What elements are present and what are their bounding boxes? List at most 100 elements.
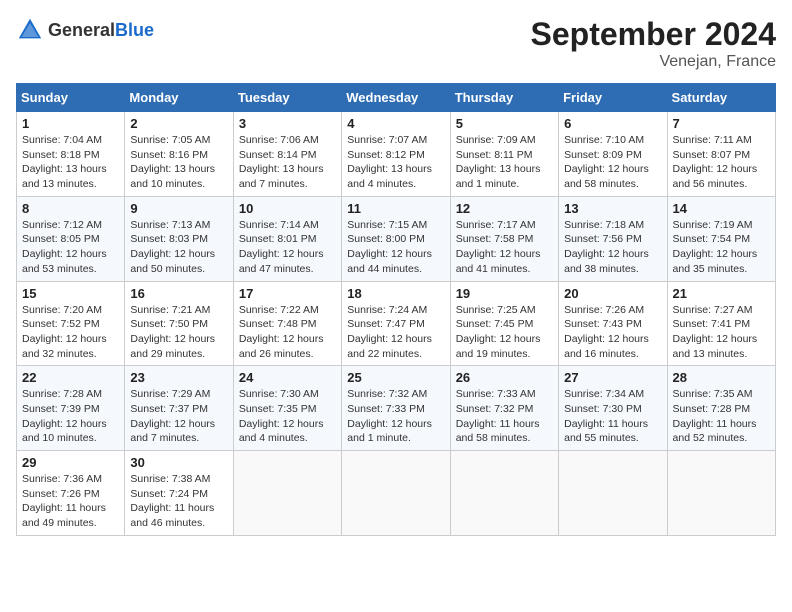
day-info: Sunrise: 7:26 AM Sunset: 7:43 PM Dayligh… bbox=[564, 303, 661, 362]
sunrise-label: Sunrise: 7:21 AM bbox=[130, 304, 210, 316]
day-number: 15 bbox=[22, 286, 119, 301]
day-number: 2 bbox=[130, 116, 227, 131]
day-number: 17 bbox=[239, 286, 336, 301]
sunrise-label: Sunrise: 7:19 AM bbox=[673, 219, 753, 231]
sunset-label: Sunset: 8:09 PM bbox=[564, 149, 642, 161]
day-info: Sunrise: 7:19 AM Sunset: 7:54 PM Dayligh… bbox=[673, 218, 770, 277]
daylight-label: Daylight: 12 hours and 26 minutes. bbox=[239, 333, 324, 360]
calendar-week-row: 8 Sunrise: 7:12 AM Sunset: 8:05 PM Dayli… bbox=[17, 196, 776, 281]
sunset-label: Sunset: 7:30 PM bbox=[564, 403, 642, 415]
day-number: 20 bbox=[564, 286, 661, 301]
day-number: 27 bbox=[564, 370, 661, 385]
day-number: 29 bbox=[22, 455, 119, 470]
day-info: Sunrise: 7:34 AM Sunset: 7:30 PM Dayligh… bbox=[564, 387, 661, 446]
daylight-label: Daylight: 11 hours and 55 minutes. bbox=[564, 418, 648, 445]
day-info: Sunrise: 7:24 AM Sunset: 7:47 PM Dayligh… bbox=[347, 303, 444, 362]
day-number: 10 bbox=[239, 201, 336, 216]
day-number: 8 bbox=[22, 201, 119, 216]
day-info: Sunrise: 7:15 AM Sunset: 8:00 PM Dayligh… bbox=[347, 218, 444, 277]
col-sunday: Sunday bbox=[17, 84, 125, 112]
daylight-label: Daylight: 12 hours and 32 minutes. bbox=[22, 333, 107, 360]
sunset-label: Sunset: 8:05 PM bbox=[22, 233, 100, 245]
day-number: 24 bbox=[239, 370, 336, 385]
calendar-cell: 13 Sunrise: 7:18 AM Sunset: 7:56 PM Dayl… bbox=[559, 196, 667, 281]
calendar-cell: 7 Sunrise: 7:11 AM Sunset: 8:07 PM Dayli… bbox=[667, 112, 775, 197]
sunset-label: Sunset: 7:54 PM bbox=[673, 233, 751, 245]
day-info: Sunrise: 7:33 AM Sunset: 7:32 PM Dayligh… bbox=[456, 387, 553, 446]
logo-text: GeneralBlue bbox=[48, 20, 154, 41]
day-number: 23 bbox=[130, 370, 227, 385]
day-info: Sunrise: 7:30 AM Sunset: 7:35 PM Dayligh… bbox=[239, 387, 336, 446]
daylight-label: Daylight: 12 hours and 50 minutes. bbox=[130, 248, 215, 275]
calendar-cell: 8 Sunrise: 7:12 AM Sunset: 8:05 PM Dayli… bbox=[17, 196, 125, 281]
day-number: 13 bbox=[564, 201, 661, 216]
sunrise-label: Sunrise: 7:05 AM bbox=[130, 134, 210, 146]
daylight-label: Daylight: 13 hours and 10 minutes. bbox=[130, 163, 215, 190]
day-number: 4 bbox=[347, 116, 444, 131]
sunset-label: Sunset: 7:28 PM bbox=[673, 403, 751, 415]
sunrise-label: Sunrise: 7:36 AM bbox=[22, 473, 102, 485]
sunset-label: Sunset: 7:33 PM bbox=[347, 403, 425, 415]
calendar-table: Sunday Monday Tuesday Wednesday Thursday… bbox=[16, 83, 776, 536]
calendar-cell: 20 Sunrise: 7:26 AM Sunset: 7:43 PM Dayl… bbox=[559, 281, 667, 366]
day-number: 19 bbox=[456, 286, 553, 301]
sunset-label: Sunset: 8:14 PM bbox=[239, 149, 317, 161]
sunset-label: Sunset: 7:41 PM bbox=[673, 318, 751, 330]
sunset-label: Sunset: 7:45 PM bbox=[456, 318, 534, 330]
col-monday: Monday bbox=[125, 84, 233, 112]
day-info: Sunrise: 7:32 AM Sunset: 7:33 PM Dayligh… bbox=[347, 387, 444, 446]
sunset-label: Sunset: 8:03 PM bbox=[130, 233, 208, 245]
sunset-label: Sunset: 7:58 PM bbox=[456, 233, 534, 245]
day-info: Sunrise: 7:07 AM Sunset: 8:12 PM Dayligh… bbox=[347, 133, 444, 192]
day-number: 5 bbox=[456, 116, 553, 131]
daylight-label: Daylight: 13 hours and 4 minutes. bbox=[347, 163, 432, 190]
daylight-label: Daylight: 12 hours and 58 minutes. bbox=[564, 163, 649, 190]
logo-icon bbox=[16, 16, 44, 44]
sunrise-label: Sunrise: 7:26 AM bbox=[564, 304, 644, 316]
sunset-label: Sunset: 7:48 PM bbox=[239, 318, 317, 330]
title-block: September 2024 Venejan, France bbox=[531, 16, 776, 71]
sunrise-label: Sunrise: 7:04 AM bbox=[22, 134, 102, 146]
day-number: 12 bbox=[456, 201, 553, 216]
daylight-label: Daylight: 12 hours and 1 minute. bbox=[347, 418, 432, 445]
day-number: 14 bbox=[673, 201, 770, 216]
sunrise-label: Sunrise: 7:10 AM bbox=[564, 134, 644, 146]
calendar-cell: 16 Sunrise: 7:21 AM Sunset: 7:50 PM Dayl… bbox=[125, 281, 233, 366]
day-info: Sunrise: 7:35 AM Sunset: 7:28 PM Dayligh… bbox=[673, 387, 770, 446]
daylight-label: Daylight: 11 hours and 58 minutes. bbox=[456, 418, 540, 445]
sunrise-label: Sunrise: 7:35 AM bbox=[673, 388, 753, 400]
calendar-cell bbox=[667, 451, 775, 536]
day-number: 7 bbox=[673, 116, 770, 131]
day-info: Sunrise: 7:04 AM Sunset: 8:18 PM Dayligh… bbox=[22, 133, 119, 192]
day-info: Sunrise: 7:05 AM Sunset: 8:16 PM Dayligh… bbox=[130, 133, 227, 192]
sunrise-label: Sunrise: 7:30 AM bbox=[239, 388, 319, 400]
sunset-label: Sunset: 7:52 PM bbox=[22, 318, 100, 330]
sunset-label: Sunset: 7:24 PM bbox=[130, 488, 208, 500]
day-info: Sunrise: 7:12 AM Sunset: 8:05 PM Dayligh… bbox=[22, 218, 119, 277]
day-info: Sunrise: 7:09 AM Sunset: 8:11 PM Dayligh… bbox=[456, 133, 553, 192]
sunrise-label: Sunrise: 7:24 AM bbox=[347, 304, 427, 316]
sunrise-label: Sunrise: 7:32 AM bbox=[347, 388, 427, 400]
daylight-label: Daylight: 12 hours and 4 minutes. bbox=[239, 418, 324, 445]
col-thursday: Thursday bbox=[450, 84, 558, 112]
day-number: 25 bbox=[347, 370, 444, 385]
calendar-cell: 1 Sunrise: 7:04 AM Sunset: 8:18 PM Dayli… bbox=[17, 112, 125, 197]
day-info: Sunrise: 7:17 AM Sunset: 7:58 PM Dayligh… bbox=[456, 218, 553, 277]
day-number: 30 bbox=[130, 455, 227, 470]
day-info: Sunrise: 7:10 AM Sunset: 8:09 PM Dayligh… bbox=[564, 133, 661, 192]
day-number: 3 bbox=[239, 116, 336, 131]
calendar-cell: 19 Sunrise: 7:25 AM Sunset: 7:45 PM Dayl… bbox=[450, 281, 558, 366]
sunset-label: Sunset: 7:43 PM bbox=[564, 318, 642, 330]
sunset-label: Sunset: 7:56 PM bbox=[564, 233, 642, 245]
day-info: Sunrise: 7:36 AM Sunset: 7:26 PM Dayligh… bbox=[22, 472, 119, 531]
day-number: 28 bbox=[673, 370, 770, 385]
calendar-cell: 23 Sunrise: 7:29 AM Sunset: 7:37 PM Dayl… bbox=[125, 366, 233, 451]
daylight-label: Daylight: 12 hours and 44 minutes. bbox=[347, 248, 432, 275]
calendar-cell bbox=[450, 451, 558, 536]
daylight-label: Daylight: 12 hours and 35 minutes. bbox=[673, 248, 758, 275]
sunrise-label: Sunrise: 7:06 AM bbox=[239, 134, 319, 146]
sunset-label: Sunset: 7:37 PM bbox=[130, 403, 208, 415]
calendar-cell bbox=[342, 451, 450, 536]
calendar-cell: 21 Sunrise: 7:27 AM Sunset: 7:41 PM Dayl… bbox=[667, 281, 775, 366]
sunset-label: Sunset: 8:11 PM bbox=[456, 149, 533, 161]
